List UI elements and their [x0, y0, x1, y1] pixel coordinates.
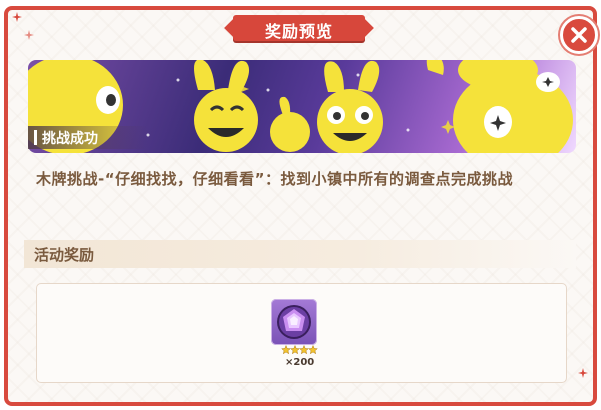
reward-preview-dialog: 奖励预览 挑战成功 木牌挑战-“仔细找找，仔细看看”：找到小镇中所有的调查点完成… [0, 0, 601, 410]
close-icon [571, 27, 587, 43]
purple-gem-orb-icon [277, 305, 311, 339]
challenge-description: 木牌挑战-“仔细找找，仔细看看”：找到小镇中所有的调查点完成挑战 [36, 170, 513, 188]
dialog-title-tab: 奖励预览 [233, 15, 365, 41]
item-rarity-stars [281, 345, 318, 355]
rewards-section-title: 活动奖励 [34, 246, 95, 264]
challenge-success-label: 挑战成功 [42, 131, 98, 147]
reward-quantity: ×200 [285, 357, 315, 368]
challenge-success-tag: 挑战成功 [28, 126, 148, 149]
dialog-title: 奖励预览 [264, 22, 333, 41]
rewards-section-header: 活动奖励 [24, 240, 576, 268]
tag-accent-bar [34, 130, 37, 145]
leaf-decoration-icon [578, 368, 588, 378]
leaf-decoration-icon [24, 30, 34, 40]
close-button[interactable] [560, 16, 598, 54]
reward-item[interactable] [271, 299, 317, 345]
leaf-decoration-icon [12, 12, 22, 22]
